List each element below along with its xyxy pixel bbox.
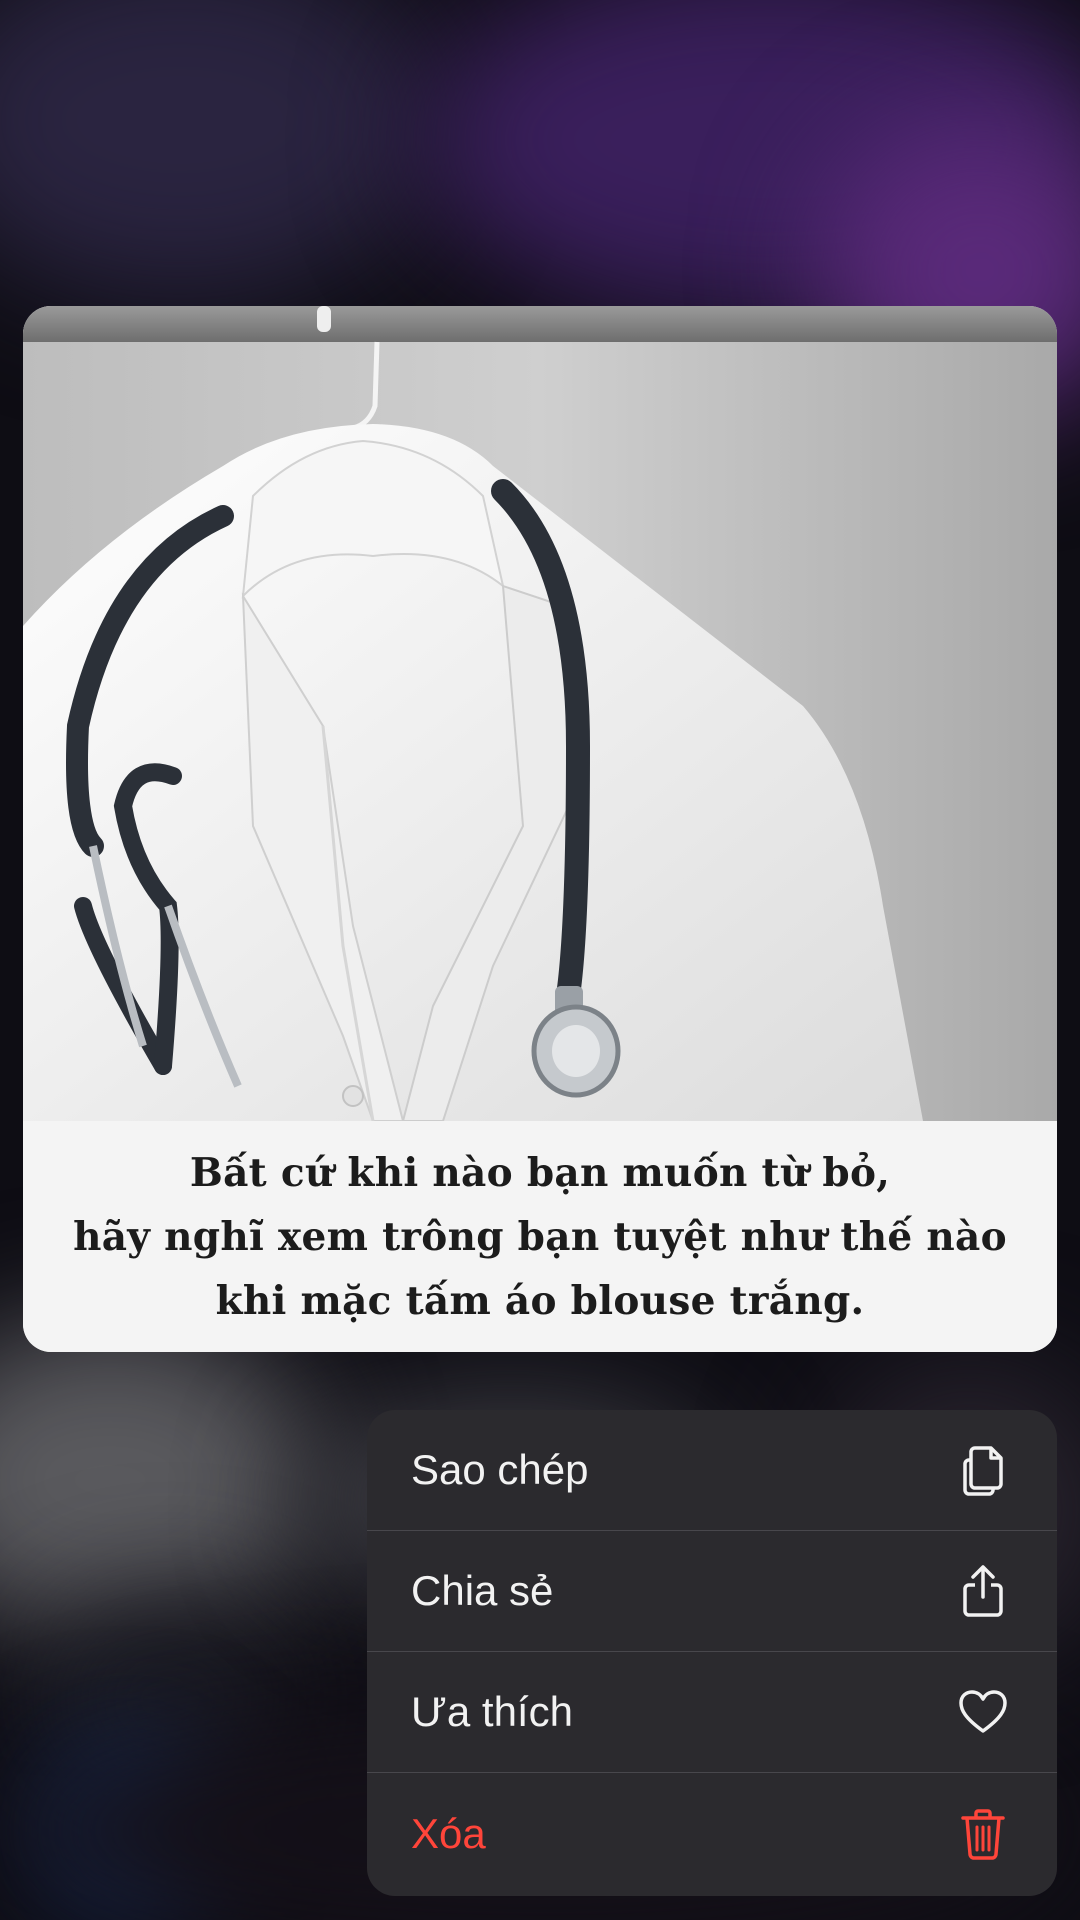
delete-menu-item[interactable]: Xóa: [367, 1773, 1057, 1894]
image-preview-card[interactable]: Bất cứ khi nào bạn muốn từ bỏ, hãy nghĩ …: [23, 306, 1057, 1352]
trash-icon: [957, 1806, 1009, 1862]
share-icon: [957, 1563, 1009, 1619]
copy-menu-item[interactable]: Sao chép: [367, 1410, 1057, 1531]
image-caption: Bất cứ khi nào bạn muốn từ bỏ, hãy nghĩ …: [23, 1121, 1057, 1352]
caption-line: khi mặc tấm áo blouse trắng.: [215, 1277, 865, 1324]
caption-line: Bất cứ khi nào bạn muốn từ bỏ,: [189, 1149, 891, 1196]
context-menu: Sao chép Chia sẻ Ưa thích Xóa: [367, 1410, 1057, 1896]
copy-label: Sao chép: [411, 1446, 589, 1493]
heart-icon: [957, 1684, 1009, 1740]
lab-coat-stethoscope-image: [23, 306, 1057, 1121]
favorite-menu-item[interactable]: Ưa thích: [367, 1652, 1057, 1773]
caption-line: hãy nghĩ xem trông bạn tuyệt như thế nào: [73, 1213, 1007, 1260]
share-label: Chia sẻ: [411, 1567, 554, 1614]
delete-label: Xóa: [411, 1809, 486, 1857]
share-menu-item[interactable]: Chia sẻ: [367, 1531, 1057, 1652]
copy-icon: [957, 1442, 1009, 1498]
favorite-label: Ưa thích: [411, 1688, 573, 1735]
